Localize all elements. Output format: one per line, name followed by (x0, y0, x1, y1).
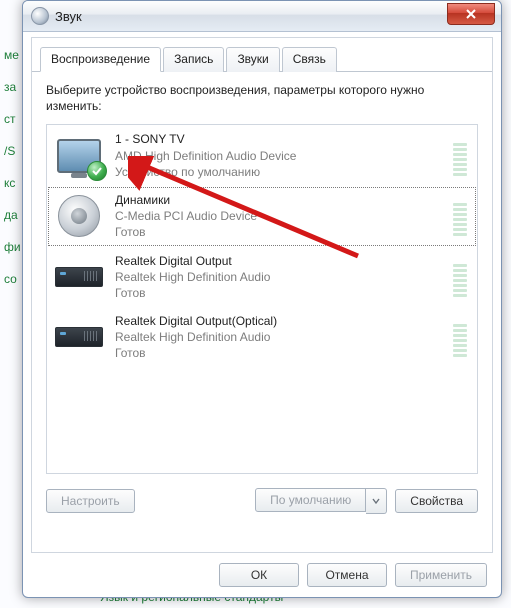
tv-icon (55, 135, 103, 177)
tab-recording[interactable]: Запись (163, 47, 224, 72)
device-name: Realtek Digital Output(Optical) (115, 313, 443, 329)
level-meter (451, 317, 469, 357)
level-meter (451, 257, 469, 297)
set-default-split-button[interactable]: По умолчанию (255, 488, 387, 514)
device-item[interactable]: Динамики C-Media PCI Audio Device Готов (47, 186, 477, 247)
set-default-button[interactable]: По умолчанию (255, 488, 366, 512)
device-state: Устройство по умолчанию (115, 164, 443, 180)
device-state: Готов (115, 345, 443, 361)
device-driver: Realtek High Definition Audio (115, 329, 443, 345)
cancel-button[interactable]: Отмена (307, 563, 387, 587)
device-name: Динамики (115, 192, 443, 208)
device-state: Готов (115, 224, 443, 240)
default-check-icon (87, 161, 107, 181)
level-meter (451, 196, 469, 236)
tabstrip: Воспроизведение Запись Звуки Связь (32, 38, 492, 72)
device-list[interactable]: 1 - SONY TV AMD High Definition Audio De… (46, 124, 478, 474)
tab-communications[interactable]: Связь (282, 47, 337, 72)
receiver-icon (55, 316, 103, 358)
titlebar[interactable]: Звук (23, 1, 501, 32)
device-name: 1 - SONY TV (115, 131, 443, 147)
speaker-icon (55, 195, 103, 237)
playback-panel: Выберите устройство воспроизведения, пар… (32, 72, 492, 526)
device-item[interactable]: 1 - SONY TV AMD High Definition Audio De… (47, 125, 477, 186)
set-default-caret[interactable] (366, 488, 387, 514)
apply-button[interactable]: Применить (395, 563, 487, 587)
close-button[interactable] (447, 3, 495, 25)
tab-sounds[interactable]: Звуки (226, 47, 279, 72)
properties-button[interactable]: Свойства (395, 489, 478, 513)
level-meter (451, 136, 469, 176)
device-driver: C-Media PCI Audio Device (115, 208, 443, 224)
configure-button[interactable]: Настроить (46, 489, 135, 513)
tab-playback[interactable]: Воспроизведение (40, 47, 161, 72)
device-driver: AMD High Definition Audio Device (115, 148, 443, 164)
close-icon (466, 9, 476, 19)
chevron-down-icon (372, 497, 380, 505)
device-name: Realtek Digital Output (115, 253, 443, 269)
device-item[interactable]: Realtek Digital Output(Optical) Realtek … (47, 307, 477, 368)
device-driver: Realtek High Definition Audio (115, 269, 443, 285)
receiver-icon (55, 256, 103, 298)
ok-button[interactable]: ОК (219, 563, 299, 587)
sound-icon (31, 7, 49, 25)
window-title: Звук (55, 9, 82, 24)
device-state: Готов (115, 285, 443, 301)
sound-dialog: Звук Воспроизведение Запись Звуки Связь … (22, 0, 502, 598)
instruction-text: Выберите устройство воспроизведения, пар… (46, 82, 478, 114)
device-item[interactable]: Realtek Digital Output Realtek High Defi… (47, 247, 477, 308)
